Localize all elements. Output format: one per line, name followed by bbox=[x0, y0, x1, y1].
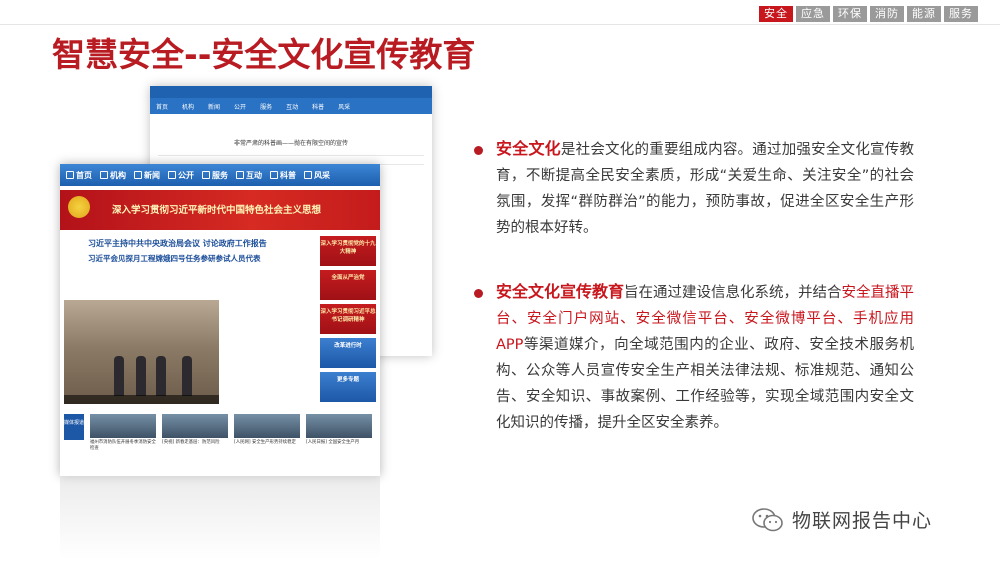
side-panel: 更多专题 bbox=[320, 372, 376, 402]
portal-nav-item: 机构 bbox=[100, 170, 126, 181]
watermark-text: 物联网报告中心 bbox=[792, 510, 933, 532]
portal-nav-item: 首页 bbox=[156, 103, 169, 111]
portal-banner: 深入学习贯彻习近平新时代中国特色社会主义思想 bbox=[60, 190, 380, 230]
bullet-safety-education: 安全文化宣传教育旨在通过建设信息化系统，并结合安全直播平台、安全门户网站、安全微… bbox=[474, 279, 914, 436]
thumb-caption: [人民日报] 全国安全生产月 bbox=[306, 440, 360, 445]
bullet-text: 安全文化是社会文化的重要组成内容。通过加强安全文化宣传教育，不断提高全民安全素质… bbox=[496, 136, 914, 241]
portal-header bbox=[150, 86, 432, 98]
portal-nav-item: 互动 bbox=[236, 170, 262, 181]
portal-nav-item: 科普 bbox=[312, 103, 325, 111]
thumb-caption: 福州市消防队伍开展冬季消防安全检查 bbox=[90, 440, 156, 451]
portal-nav-item: 新闻 bbox=[208, 103, 221, 111]
thumb-image bbox=[234, 414, 300, 438]
thumb-image bbox=[162, 414, 228, 438]
tab-service[interactable]: 服务 bbox=[944, 6, 978, 22]
photo-caption bbox=[64, 395, 219, 404]
tab-fire[interactable]: 消防 bbox=[870, 6, 904, 22]
side-panel: 改革进行时 bbox=[320, 338, 376, 368]
portal-nav-item: 公开 bbox=[168, 170, 194, 181]
photo-figure bbox=[136, 356, 146, 396]
side-panel: 深入学习贯彻党的十九大精神 bbox=[320, 236, 376, 266]
bullet-dot-icon bbox=[474, 289, 483, 298]
tab-environment[interactable]: 环保 bbox=[833, 6, 867, 22]
bullet-body: 旨在通过建设信息化系统，并结合 bbox=[624, 285, 842, 301]
portal-side-panels: 深入学习贯彻党的十九大精神 全面从严治党 深入学习贯彻习近平总书记调研精神 改革… bbox=[320, 236, 376, 406]
side-panel: 全面从严治党 bbox=[320, 270, 376, 300]
portal-nav-item: 科普 bbox=[270, 170, 296, 181]
tab-emergency[interactable]: 应急 bbox=[796, 6, 830, 22]
portal-nav-item: 互动 bbox=[286, 103, 299, 111]
science-icon bbox=[270, 171, 278, 179]
photo-figure bbox=[114, 356, 124, 396]
breadcrumb bbox=[150, 114, 432, 134]
home-icon bbox=[66, 171, 74, 179]
portal-nav: 首页 机构 新闻 公开 服务 互动 科普 风采 bbox=[60, 164, 380, 186]
org-icon bbox=[100, 171, 108, 179]
article-title: 非常严肃的科普画——抛在有限空间的宣传 bbox=[233, 140, 348, 147]
interact-icon bbox=[236, 171, 244, 179]
topnav-divider bbox=[0, 24, 1000, 25]
side-panel: 深入学习贯彻习近平总书记调研精神 bbox=[320, 304, 376, 334]
photo-figure bbox=[156, 356, 166, 396]
bullet-body: 等渠道媒介，向全域范围内的企业、政府、安全技术服务机构、公众等人员宣传安全生产相… bbox=[496, 337, 914, 431]
portal-nav-item: 服务 bbox=[202, 170, 228, 181]
thumb-caption: [央视] 新春走基层：防范风险 bbox=[162, 440, 220, 445]
portal-nav-item: 服务 bbox=[260, 103, 273, 111]
party-emblem-icon bbox=[68, 196, 90, 218]
banner-text: 深入学习贯彻习近平新时代中国特色社会主义思想 bbox=[112, 205, 322, 216]
service-icon bbox=[202, 171, 210, 179]
bullet-dot-icon bbox=[474, 146, 483, 155]
bullet-keyword: 安全文化 bbox=[496, 139, 561, 158]
portal-nav-item: 风采 bbox=[338, 103, 351, 111]
thumb-image bbox=[306, 414, 372, 438]
portal-nav-item: 风采 bbox=[304, 170, 330, 181]
screenshot-reflection bbox=[60, 476, 380, 560]
portal-nav: 首页 机构 新闻 公开 服务 互动 科普 风采 bbox=[150, 98, 432, 114]
wechat-icon bbox=[752, 507, 784, 532]
portal-nav-item: 机构 bbox=[182, 103, 195, 111]
tab-energy[interactable]: 能源 bbox=[907, 6, 941, 22]
news-icon bbox=[134, 171, 142, 179]
style-icon bbox=[304, 171, 312, 179]
media-thumb: 福州市消防队伍开展冬季消防安全检查 bbox=[90, 414, 156, 474]
thumb-caption: [人民网] 安全生产形势持续稳定 bbox=[234, 440, 296, 445]
media-thumb: [央视] 新春走基层：防范风险 bbox=[162, 414, 228, 474]
portal-screenshot-front: 首页 机构 新闻 公开 服务 互动 科普 风采 深入学习贯彻习近平新时代中国特色… bbox=[60, 164, 380, 476]
news-photo bbox=[64, 300, 219, 404]
bullet-keyword: 安全文化宣传教育 bbox=[496, 282, 625, 301]
watermark: 物联网报告中心 bbox=[752, 506, 932, 533]
bullet-text: 安全文化宣传教育旨在通过建设信息化系统，并结合安全直播平台、安全门户网站、安全微… bbox=[496, 279, 914, 436]
photo-figure bbox=[182, 356, 192, 396]
portal-nav-item: 新闻 bbox=[134, 170, 160, 181]
media-thumb: [人民网] 安全生产形势持续稳定 bbox=[234, 414, 300, 474]
public-icon bbox=[168, 171, 176, 179]
thumb-image bbox=[90, 414, 156, 438]
media-tag: 媒体报道 bbox=[64, 414, 84, 440]
topnav: 安全 应急 环保 消防 能源 服务 bbox=[759, 6, 978, 22]
portal-nav-item: 公开 bbox=[234, 103, 247, 111]
page-title: 智慧安全--安全文化宣传教育 bbox=[52, 35, 476, 74]
tab-safety[interactable]: 安全 bbox=[759, 6, 793, 22]
portal-nav-item: 首页 bbox=[66, 170, 92, 181]
media-reports: 媒体报道 福州市消防队伍开展冬季消防安全检查 [央视] 新春走基层：防范风险 [… bbox=[64, 414, 376, 474]
bullet-safety-culture: 安全文化是社会文化的重要组成内容。通过加强安全文化宣传教育，不断提高全民安全素质… bbox=[474, 136, 914, 241]
divider bbox=[158, 155, 424, 156]
media-thumb: [人民日报] 全国安全生产月 bbox=[306, 414, 372, 474]
